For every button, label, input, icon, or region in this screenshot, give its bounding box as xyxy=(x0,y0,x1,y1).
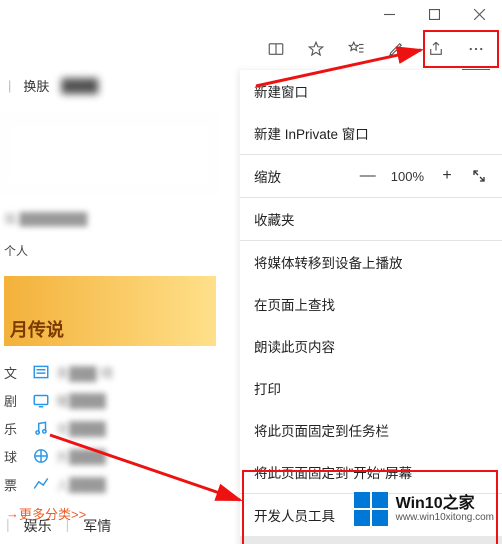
banner-text: 月传说 xyxy=(10,316,64,342)
list-label: 乐 xyxy=(4,419,32,438)
list-text: 人 xyxy=(56,475,69,494)
menu-open-ie[interactable]: 使用 Internet Explorer 打开 xyxy=(240,536,502,544)
page-content: | 换肤 ████ 描 ████████ 个人 月传说 文 条███ 晴 剧 曝… xyxy=(0,70,240,544)
zoom-out-button[interactable]: — xyxy=(359,167,377,185)
list-text: 曝 xyxy=(56,391,69,410)
bottom-tab-entertainment[interactable]: 娱乐 xyxy=(24,516,52,536)
favorite-button[interactable] xyxy=(296,29,336,69)
tab-separator: | xyxy=(8,78,11,93)
category-list: 文 条███ 晴 剧 曝████ 乐 辛████ 球 外████ 票 人████… xyxy=(4,358,216,523)
menu-new-window[interactable]: 新建窗口 xyxy=(240,70,502,112)
list-text: 条 xyxy=(56,363,69,382)
menu-favorites[interactable]: 收藏夹 xyxy=(240,198,502,240)
more-menu-button[interactable] xyxy=(456,29,496,69)
watermark: Win10之家 www.win10xitong.com xyxy=(354,492,494,526)
menu-cast[interactable]: 将媒体转移到设备上播放 xyxy=(240,241,502,283)
list-item[interactable]: 球 外████ xyxy=(4,442,216,470)
favorites-list-button[interactable] xyxy=(336,29,376,69)
list-label: 球 xyxy=(4,447,32,466)
list-item[interactable]: 票 人████ xyxy=(4,470,216,498)
zoom-value: 100% xyxy=(391,169,424,184)
list-label: 剧 xyxy=(4,391,32,410)
chart-icon xyxy=(32,475,50,493)
web-notes-button[interactable] xyxy=(376,29,416,69)
music-icon xyxy=(32,419,50,437)
watermark-title: Win10之家 xyxy=(396,495,494,513)
watermark-url: www.win10xitong.com xyxy=(396,512,494,523)
list-text: 外 xyxy=(56,447,69,466)
bottom-tab-military[interactable]: 军情 xyxy=(83,516,111,536)
zoom-in-button[interactable]: + xyxy=(438,167,456,185)
menu-find[interactable]: 在页面上查找 xyxy=(240,283,502,325)
list-text: 辛 xyxy=(56,419,69,438)
promo-banner[interactable]: 月传说 xyxy=(4,276,216,346)
list-item[interactable]: 剧 曝████ xyxy=(4,386,216,414)
menu-pin-start[interactable]: 将此页面固定到"开始"屏幕 xyxy=(240,451,502,493)
zoom-label: 缩放 xyxy=(254,166,281,186)
browser-toolbar xyxy=(0,28,502,70)
blurred-card xyxy=(4,118,214,190)
list-label: 文 xyxy=(4,363,32,382)
news-icon xyxy=(32,363,50,381)
list-item[interactable]: 乐 辛████ xyxy=(4,414,216,442)
tab-separator: | xyxy=(66,516,70,536)
reading-view-button[interactable] xyxy=(256,29,296,69)
menu-zoom: 缩放 — 100% + xyxy=(240,155,502,197)
list-label: 票 xyxy=(4,475,32,494)
menu-new-inprivate[interactable]: 新建 InPrivate 窗口 xyxy=(240,112,502,154)
window-maximize-button[interactable] xyxy=(412,0,457,28)
menu-pin-taskbar[interactable]: 将此页面固定到任务栏 xyxy=(240,409,502,451)
list-item[interactable]: 文 条███ 晴 xyxy=(4,358,216,386)
fullscreen-button[interactable] xyxy=(470,169,488,183)
windows-logo-icon xyxy=(354,492,388,526)
window-minimize-button[interactable] xyxy=(367,0,412,28)
share-button[interactable] xyxy=(416,29,456,69)
blurred-row: 描 ████████ xyxy=(4,210,87,227)
ball-icon xyxy=(32,447,50,465)
menu-read-aloud[interactable]: 朗读此页内容 xyxy=(240,325,502,367)
person-label: 个人 xyxy=(4,242,28,259)
tv-icon xyxy=(32,391,50,409)
skin-tab[interactable]: 换肤 xyxy=(23,76,49,95)
menu-print[interactable]: 打印 xyxy=(240,367,502,409)
window-close-button[interactable] xyxy=(457,0,502,28)
edge-more-menu: 新建窗口 新建 InPrivate 窗口 缩放 — 100% + 收藏夹 将媒体… xyxy=(240,70,502,544)
tab-separator: | xyxy=(6,516,10,536)
blurred-content: ████ xyxy=(61,78,98,93)
